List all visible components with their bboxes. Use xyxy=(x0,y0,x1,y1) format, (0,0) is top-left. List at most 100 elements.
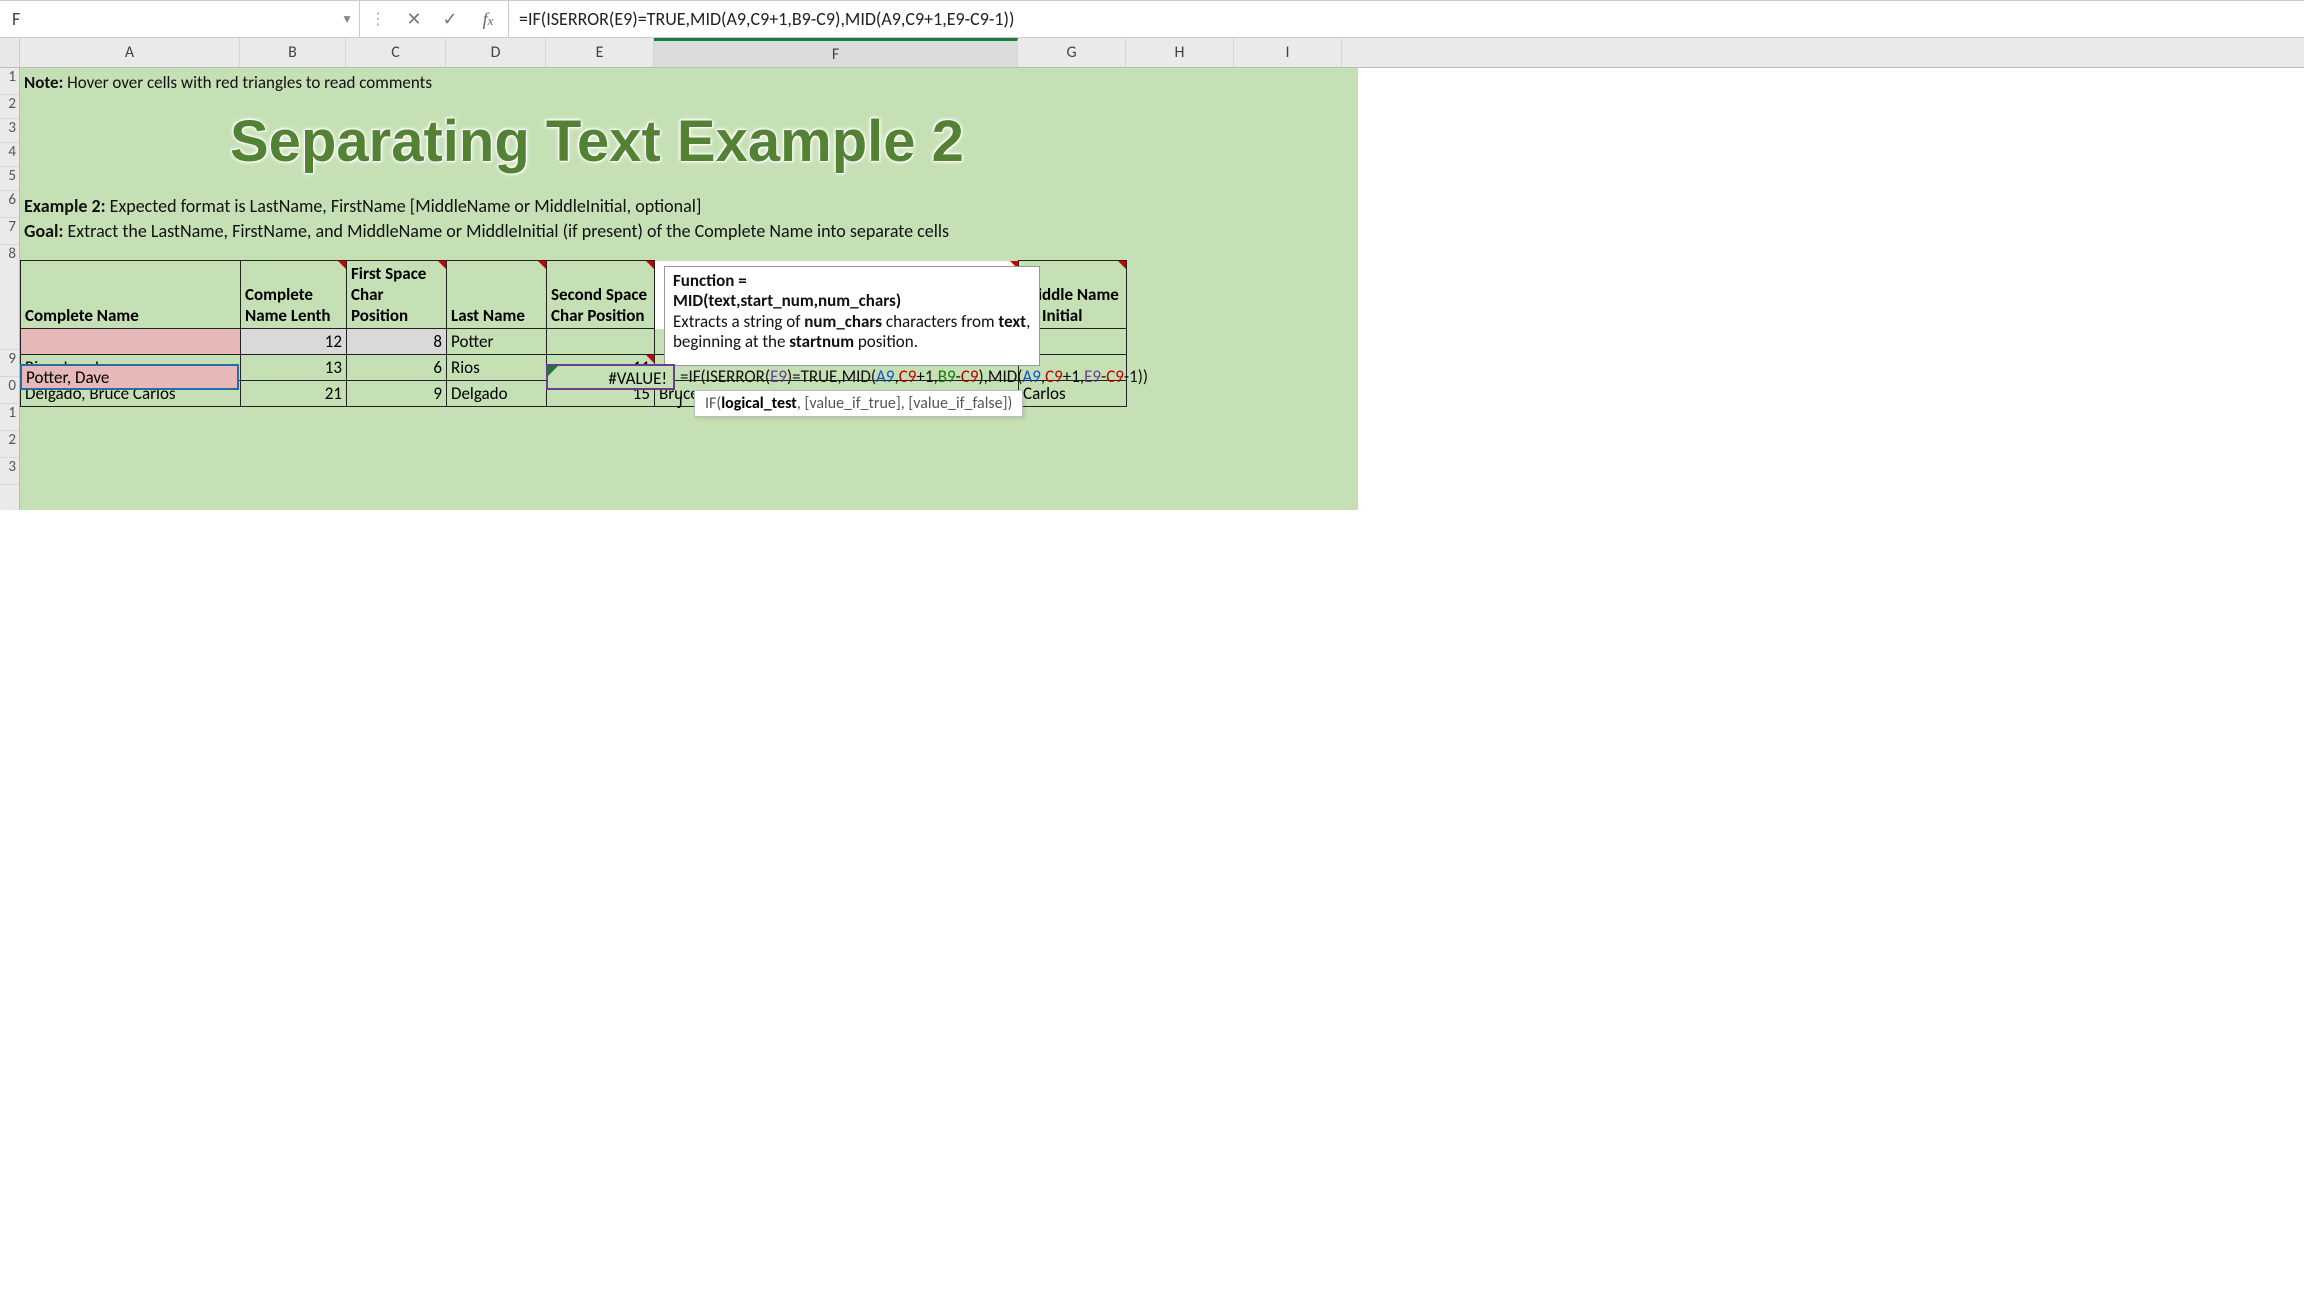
th-second-space[interactable]: Second Space Char Position xyxy=(547,261,655,329)
example-text: Expected format is LastName, FirstName [… xyxy=(106,195,702,217)
t: C9 xyxy=(961,366,979,387)
row-header[interactable]: 6 xyxy=(0,191,19,218)
cell[interactable] xyxy=(547,329,655,355)
col-header-E[interactable]: E xyxy=(546,38,654,67)
row-header[interactable]: 3 xyxy=(0,119,19,143)
goal-row: Goal: Extract the LastName, FirstName, a… xyxy=(24,220,949,242)
col-header-C[interactable]: C xyxy=(346,38,446,67)
t: =IF( xyxy=(680,366,706,387)
column-headers: A B C D E F G H I xyxy=(0,38,2304,68)
more-icon[interactable]: ⋮ xyxy=(360,1,396,37)
tooltip-arg[interactable]: logical_test xyxy=(721,394,797,413)
comment-line: MID(text,start_num,num_chars) xyxy=(673,290,901,311)
cell[interactable]: 12 xyxy=(241,329,347,355)
col-header-F[interactable]: F xyxy=(654,38,1018,67)
tooltip-fn: IF( xyxy=(705,394,721,413)
t: C9 xyxy=(1106,366,1124,387)
col-header-D[interactable]: D xyxy=(446,38,546,67)
t: B9 xyxy=(938,366,956,387)
t: A9 xyxy=(876,366,894,387)
col-header-A[interactable]: A xyxy=(20,38,240,67)
select-all-corner[interactable] xyxy=(0,38,20,67)
th-last-name[interactable]: Last Name xyxy=(447,261,547,329)
formula-bar: F ▼ ⋮ ✕ ✓ fx =IF(ISERROR(E9)=TRUE,MID(A9… xyxy=(0,0,2304,38)
cell[interactable]: 13 xyxy=(241,355,347,381)
cell-value: #VALUE! xyxy=(608,368,667,389)
col-header-H[interactable]: H xyxy=(1126,38,1234,67)
th-name-length[interactable]: Complete Name Lenth xyxy=(241,261,347,329)
name-box-value: F xyxy=(12,8,20,30)
t: -1)) xyxy=(1124,366,1148,387)
col-header-I[interactable]: I xyxy=(1234,38,1342,67)
comment-popup: Function = MID(text,start_num,num_chars)… xyxy=(664,266,1040,366)
cell-complete-name[interactable] xyxy=(21,329,241,355)
comment-line: Function = xyxy=(673,270,747,291)
note-row: Note: Hover over cells with red triangle… xyxy=(24,72,432,93)
example-label: Example 2: xyxy=(24,195,106,217)
t: E9 xyxy=(1084,366,1101,387)
t: ),MID( xyxy=(979,366,1023,387)
t: +1, xyxy=(1063,366,1084,387)
cell-F10-partial: J xyxy=(677,392,682,413)
row-header[interactable]: 2 xyxy=(0,95,19,119)
confirm-formula-button[interactable]: ✓ xyxy=(432,1,468,37)
t: A9 xyxy=(1022,366,1040,387)
th-first-space[interactable]: First Space Char Position xyxy=(347,261,447,329)
example-row: Example 2: Expected format is LastName, … xyxy=(24,195,701,217)
comment-text: Extracts a string of xyxy=(673,311,804,332)
fx-icon[interactable]: fx xyxy=(468,9,508,30)
chevron-down-icon[interactable]: ▼ xyxy=(341,12,353,27)
formula-input[interactable]: =IF(ISERROR(E9)=TRUE,MID(A9,C9+1,B9-C9),… xyxy=(508,1,2304,37)
cell[interactable]: Delgado xyxy=(447,381,547,407)
row-header[interactable]: 0 xyxy=(0,377,19,404)
comment-text: startnum xyxy=(789,331,854,352)
cell[interactable]: 21 xyxy=(241,381,347,407)
name-box[interactable]: F ▼ xyxy=(0,1,360,37)
t: C9 xyxy=(899,366,917,387)
comment-text: characters from xyxy=(882,311,998,332)
row-header[interactable]: 7 xyxy=(0,218,19,245)
note-label: Note: xyxy=(24,72,63,93)
cell-value: Potter, Dave xyxy=(26,367,109,388)
comment-text: position. xyxy=(854,331,918,352)
cell[interactable]: 6 xyxy=(347,355,447,381)
page-title: Separating Text Example 2 xyxy=(230,108,964,175)
formula-text: =IF(ISERROR(E9)=TRUE,MID(A9,C9+1,B9-C9),… xyxy=(519,8,1014,30)
row-header[interactable]: 9 xyxy=(0,350,19,377)
row-header[interactable]: 4 xyxy=(0,143,19,167)
t: +1, xyxy=(916,366,937,387)
t: ,MID( xyxy=(837,366,876,387)
inline-formula-edit[interactable]: =IF(ISERROR(E9)=TRUE,MID(A9,C9+1,B9-C9),… xyxy=(680,366,1148,387)
row-header[interactable]: 5 xyxy=(0,167,19,191)
cell-A9-selected[interactable]: Potter, Dave xyxy=(20,364,239,390)
row-header[interactable]: 2 xyxy=(0,431,19,458)
t: TRUE xyxy=(801,366,838,387)
cell[interactable]: Potter xyxy=(447,329,547,355)
col-header-B[interactable]: B xyxy=(240,38,346,67)
row-headers: 1 2 3 4 5 6 7 8 9 0 1 2 3 xyxy=(0,68,20,510)
function-tooltip[interactable]: IF(logical_test, [value_if_true], [value… xyxy=(694,390,1023,417)
comment-text: num_chars xyxy=(804,311,882,332)
cell-area[interactable]: Note: Hover over cells with red triangle… xyxy=(20,68,2304,510)
row-header[interactable]: 1 xyxy=(0,68,19,95)
goal-label: Goal: xyxy=(24,220,63,242)
row-header[interactable]: 1 xyxy=(0,404,19,431)
cell[interactable]: 9 xyxy=(347,381,447,407)
note-text: Hover over cells with red triangles to r… xyxy=(63,72,432,93)
th-complete-name[interactable]: Complete Name xyxy=(21,261,241,329)
blank-area xyxy=(1358,68,2304,510)
goal-text: Extract the LastName, FirstName, and Mid… xyxy=(63,220,949,242)
row-header[interactable]: 3 xyxy=(0,458,19,485)
t: C9 xyxy=(1045,366,1063,387)
t: )= xyxy=(787,366,801,387)
cell-E9-selected[interactable]: #VALUE! xyxy=(546,364,675,390)
comment-text: text xyxy=(998,311,1026,332)
t: ISERROR( xyxy=(706,366,770,387)
col-header-G[interactable]: G xyxy=(1018,38,1126,67)
cell[interactable]: Rios xyxy=(447,355,547,381)
row-header[interactable]: 8 xyxy=(0,245,19,350)
t: E9 xyxy=(770,366,787,387)
cancel-formula-button[interactable]: ✕ xyxy=(396,1,432,37)
tooltip-rest: , [value_if_true], [value_if_false]) xyxy=(797,394,1013,413)
cell[interactable]: 8 xyxy=(347,329,447,355)
